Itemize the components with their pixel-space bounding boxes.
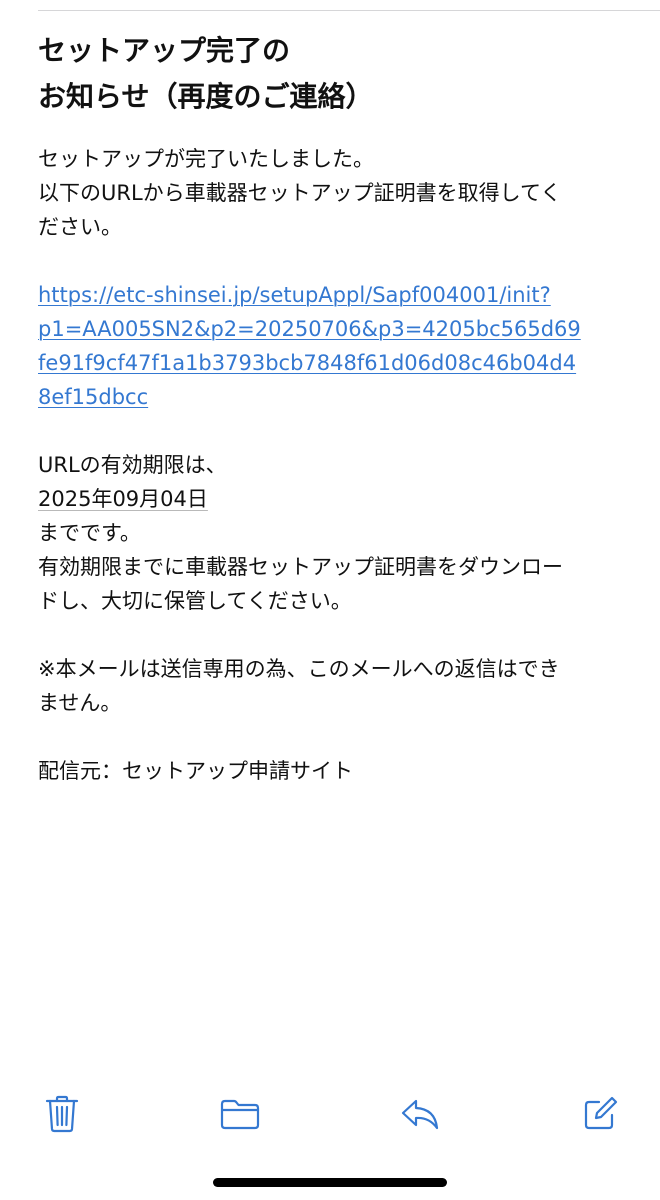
notice-line-2: ません。 bbox=[38, 691, 122, 715]
notice-line-1: ※本メールは送信専用の為、このメールへの返信はでき bbox=[38, 657, 560, 681]
intro-line-2: 以下のURLから車載器セットアップ証明書を取得してく bbox=[38, 181, 562, 205]
expiry-line-3: ドし、大切に保管してください。 bbox=[38, 589, 352, 613]
compose-button[interactable] bbox=[574, 1088, 626, 1140]
link-line-4[interactable]: 8ef15dbcc bbox=[38, 380, 638, 414]
compose-icon bbox=[584, 1096, 618, 1130]
reply-button[interactable] bbox=[394, 1088, 446, 1140]
expiry-date-detector[interactable]: 2025年09月04日 bbox=[38, 482, 638, 516]
trash-icon bbox=[45, 1095, 79, 1133]
trash-button[interactable] bbox=[36, 1088, 88, 1140]
sender-paragraph: 配信元：セットアップ申請サイト bbox=[38, 754, 638, 788]
link-line-1[interactable]: https://etc-shinsei.jp/setupAppl/Sapf004… bbox=[38, 278, 638, 312]
intro-line-3: ださい。 bbox=[38, 215, 122, 239]
intro-line-1: セットアップが完了いたしました。 bbox=[38, 147, 374, 171]
expiry-line-2: 有効期限までに車載器セットアップ証明書をダウンロー bbox=[38, 555, 563, 579]
link-line-2[interactable]: p1=AA005SN2&p2=20250706&p3=4205bc565d69 bbox=[38, 312, 638, 346]
expiry-line-1: URLの有効期限は、 2025年09月04日までです。 bbox=[38, 448, 638, 550]
expiry-prefix: URLの有効期限は、 bbox=[38, 453, 227, 477]
sender-line: 配信元：セットアップ申請サイト bbox=[38, 759, 353, 783]
intro-paragraph: セットアップが完了いたしました。 以下のURLから車載器セットアップ証明書を取得… bbox=[38, 142, 638, 244]
subject-line-2: お知らせ（再度のご連絡） bbox=[38, 80, 374, 113]
folder-icon bbox=[220, 1099, 260, 1130]
expiry-suffix: までです。 bbox=[38, 521, 141, 545]
home-indicator[interactable] bbox=[213, 1178, 447, 1187]
certificate-link[interactable]: https://etc-shinsei.jp/setupAppl/Sapf004… bbox=[38, 278, 638, 414]
email-subject: セットアップ完了の お知らせ（再度のご連絡） bbox=[38, 28, 638, 120]
link-line-3[interactable]: fe91f9cf47f1a1b3793bcb7848f61d06d08c46b0… bbox=[38, 346, 638, 380]
reply-icon bbox=[401, 1099, 439, 1130]
bottom-toolbar bbox=[0, 1088, 660, 1140]
notice-paragraph: ※本メールは送信専用の為、このメールへの返信はでき ません。 bbox=[38, 652, 638, 720]
move-to-folder-button[interactable] bbox=[214, 1088, 266, 1140]
top-divider bbox=[38, 10, 660, 11]
subject-line-1: セットアップ完了の bbox=[38, 34, 291, 67]
expiry-paragraph: URLの有効期限は、 2025年09月04日までです。 有効期限までに車載器セット… bbox=[38, 448, 638, 618]
email-body: セットアップが完了いたしました。 以下のURLから車載器セットアップ証明書を取得… bbox=[38, 142, 638, 822]
